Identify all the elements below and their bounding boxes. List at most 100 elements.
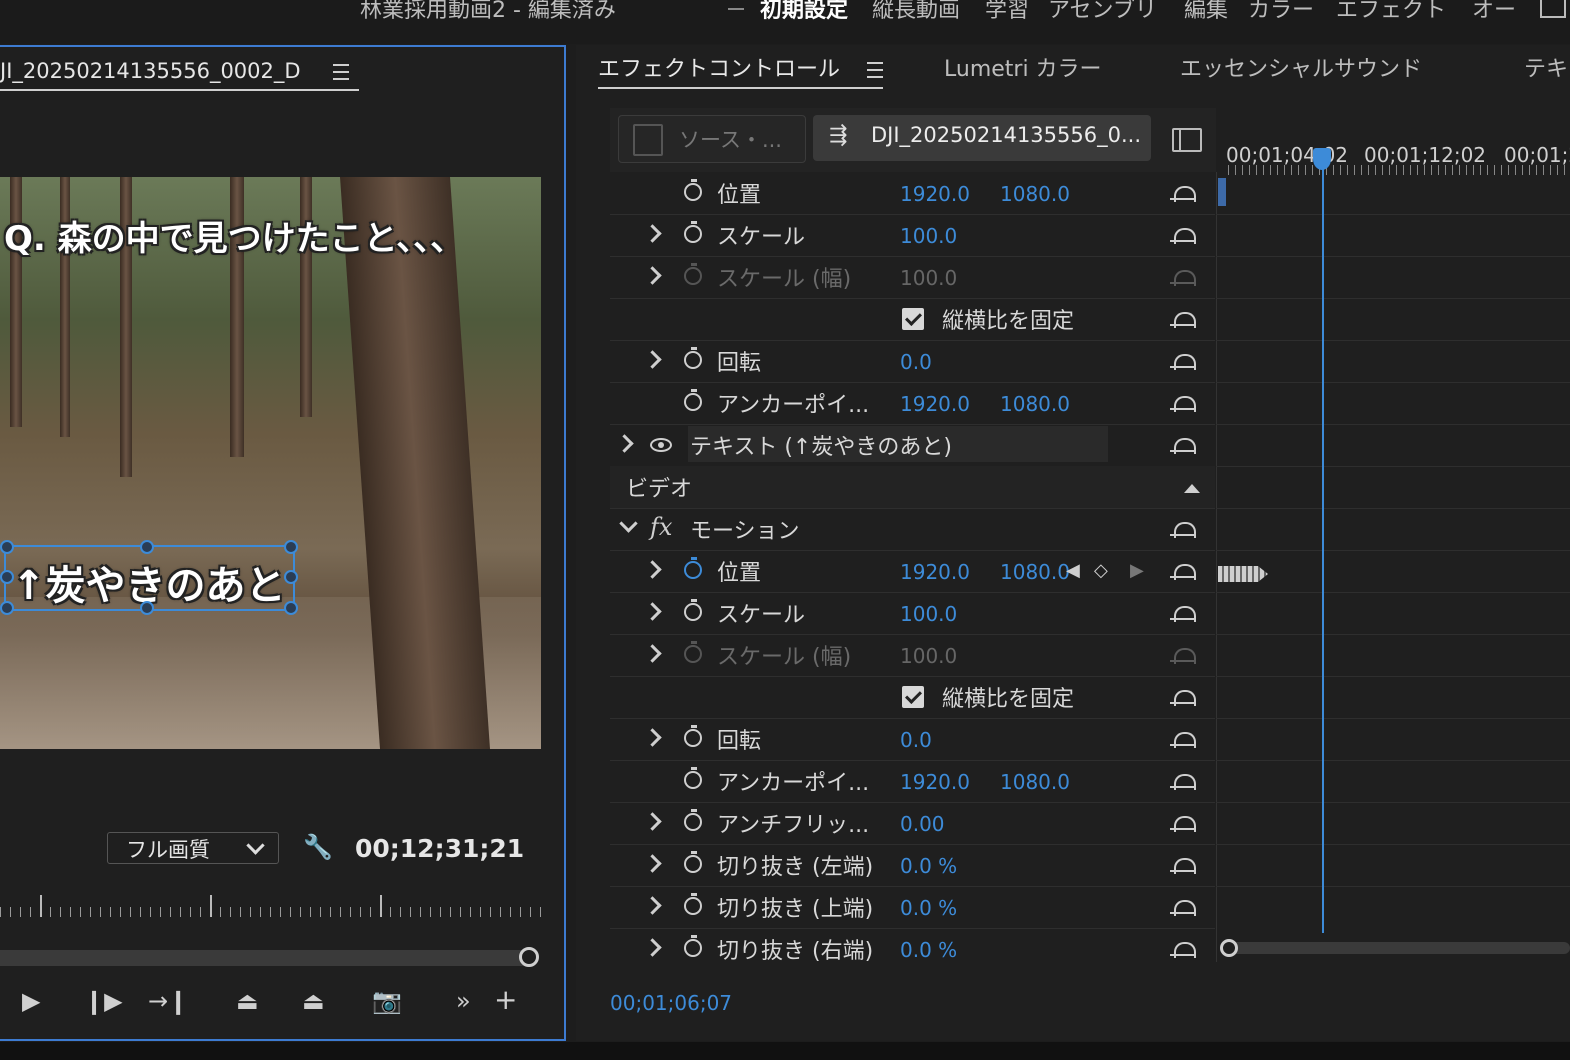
step-forward-icon[interactable]: ❙▶ bbox=[84, 987, 123, 1027]
value-x[interactable]: 1920.0 bbox=[900, 560, 970, 584]
wrench-icon[interactable]: 🔧 bbox=[303, 833, 333, 861]
stopwatch-icon[interactable] bbox=[684, 935, 702, 957]
monitor-time-ruler[interactable] bbox=[0, 895, 541, 917]
video-preview[interactable]: Q. 森の中で見つけたこと、、、 ↑炭やきのあと bbox=[0, 177, 541, 749]
timeline-scrollbar[interactable] bbox=[1228, 942, 1570, 954]
value-x[interactable]: 1920.0 bbox=[900, 182, 970, 206]
tab-essential-sound[interactable]: エッセンシャルサウンド bbox=[1180, 51, 1422, 83]
eye-icon[interactable] bbox=[650, 438, 672, 452]
reset-icon[interactable] bbox=[1170, 728, 1196, 748]
reset-icon[interactable] bbox=[1170, 434, 1196, 454]
value[interactable]: 100.0 bbox=[900, 602, 957, 626]
value-x[interactable]: 1920.0 bbox=[900, 770, 970, 794]
workspace-tab-effects[interactable]: エフェクト bbox=[1336, 0, 1446, 24]
reset-icon[interactable] bbox=[1170, 560, 1196, 580]
value[interactable]: 100.0 bbox=[900, 224, 957, 248]
reset-icon[interactable] bbox=[1170, 896, 1196, 916]
stopwatch-icon[interactable] bbox=[684, 893, 702, 915]
chevron-right-icon[interactable] bbox=[643, 812, 662, 831]
panel-menu-icon[interactable] bbox=[333, 64, 350, 80]
workspace-tab-audio[interactable]: オー bbox=[1472, 0, 1516, 24]
reset-icon[interactable] bbox=[1170, 392, 1196, 412]
effect-row-text-layer[interactable]: テキスト (↑炭やきのあと) bbox=[610, 424, 1215, 467]
transform-handle[interactable] bbox=[284, 540, 298, 554]
stopwatch-icon[interactable] bbox=[684, 347, 702, 369]
add-keyframe-icon[interactable]: ◇ bbox=[1094, 560, 1108, 581]
reset-icon[interactable] bbox=[1170, 224, 1196, 244]
collapse-up-icon[interactable] bbox=[1184, 484, 1200, 493]
extract-icon[interactable]: ⏏ bbox=[302, 987, 325, 1027]
transform-handle[interactable] bbox=[284, 601, 298, 615]
transform-handle[interactable] bbox=[140, 601, 154, 615]
reset-icon[interactable] bbox=[1170, 182, 1196, 202]
add-button-icon[interactable]: + bbox=[494, 983, 517, 1023]
chevron-right-icon[interactable] bbox=[643, 224, 662, 243]
workspace-tab-color[interactable]: カラー bbox=[1248, 0, 1314, 24]
stopwatch-icon[interactable] bbox=[684, 809, 702, 831]
value[interactable]: 0.0 bbox=[900, 350, 932, 374]
previous-keyframe-icon[interactable]: ◀ bbox=[1066, 560, 1080, 581]
reset-icon[interactable] bbox=[1170, 308, 1196, 328]
chevron-right-icon[interactable] bbox=[643, 644, 662, 663]
value-y[interactable]: 1080.0 bbox=[1000, 560, 1070, 584]
play-icon[interactable]: ▶ bbox=[22, 987, 40, 1027]
chevron-right-icon[interactable] bbox=[643, 266, 662, 285]
reset-icon[interactable] bbox=[1170, 350, 1196, 370]
stopwatch-icon[interactable] bbox=[684, 599, 702, 621]
chevron-right-icon[interactable] bbox=[643, 560, 662, 579]
stopwatch-icon[interactable] bbox=[684, 179, 702, 201]
tab-text[interactable]: テキ bbox=[1524, 51, 1568, 83]
chevron-down-icon[interactable] bbox=[619, 514, 638, 533]
reset-icon[interactable] bbox=[1170, 770, 1196, 790]
stopwatch-icon[interactable] bbox=[684, 221, 702, 243]
value-y[interactable]: 1080.0 bbox=[1000, 182, 1070, 206]
chevron-right-icon[interactable] bbox=[643, 350, 662, 369]
chevron-right-icon[interactable] bbox=[615, 434, 634, 453]
panel-menu-icon[interactable] bbox=[867, 62, 884, 78]
workspace-tab-assembly[interactable]: アセンブリ bbox=[1048, 0, 1157, 24]
lift-icon[interactable]: ⏏ bbox=[236, 987, 259, 1027]
go-to-out-icon[interactable]: →❙ bbox=[148, 987, 188, 1027]
reset-icon[interactable] bbox=[1170, 938, 1196, 958]
camera-icon[interactable]: 📷 bbox=[372, 987, 402, 1027]
stopwatch-icon[interactable] bbox=[684, 557, 702, 579]
transform-handle[interactable] bbox=[284, 570, 298, 584]
workspace-tab-learning[interactable]: 学習 bbox=[985, 0, 1029, 24]
uniform-scale-checkbox[interactable] bbox=[902, 686, 924, 708]
stopwatch-icon[interactable] bbox=[684, 389, 702, 411]
show-timeline-icon[interactable] bbox=[1172, 128, 1202, 152]
effect-row-motion[interactable]: fx モーション bbox=[610, 508, 1215, 551]
value[interactable]: 0.0 % bbox=[900, 854, 957, 878]
workspace-tab-default[interactable]: 初期設定 bbox=[760, 0, 848, 24]
workspace-tab-editing[interactable]: 編集 bbox=[1184, 0, 1228, 24]
uniform-scale-checkbox[interactable] bbox=[902, 308, 924, 330]
reset-icon[interactable] bbox=[1170, 686, 1196, 706]
value[interactable]: 0.0 % bbox=[900, 896, 957, 920]
reset-icon[interactable] bbox=[1170, 812, 1196, 832]
monitor-tab[interactable]: JI_20250214135556_0002_D bbox=[0, 59, 360, 91]
value-y[interactable]: 1080.0 bbox=[1000, 770, 1070, 794]
monitor-timecode[interactable]: 00;12;31;21 bbox=[355, 834, 524, 863]
monitor-scrollbar[interactable] bbox=[0, 950, 530, 966]
workspace-tab-vertical[interactable]: 縦長動画 bbox=[872, 0, 960, 24]
stopwatch-icon[interactable] bbox=[684, 851, 702, 873]
workspace-menu-icon[interactable] bbox=[1540, 0, 1566, 18]
fx-icon[interactable]: fx bbox=[650, 513, 672, 541]
playback-resolution-dropdown[interactable]: フル画質 bbox=[107, 832, 279, 864]
timeline-scrollbar-handle[interactable] bbox=[1220, 939, 1238, 957]
stopwatch-icon[interactable] bbox=[684, 725, 702, 747]
reset-icon[interactable] bbox=[1170, 518, 1196, 538]
next-keyframe-icon[interactable]: ▶ bbox=[1130, 560, 1144, 581]
chevron-right-icon[interactable] bbox=[643, 854, 662, 873]
reset-icon[interactable] bbox=[1170, 602, 1196, 622]
chevron-right-icon[interactable] bbox=[643, 602, 662, 621]
sequence-clip-button[interactable]: ⇶ DJI_20250214135556_0... bbox=[813, 115, 1151, 161]
more-controls-icon[interactable]: » bbox=[456, 987, 471, 1027]
value[interactable]: 0.0 % bbox=[900, 938, 957, 962]
tab-effect-controls[interactable]: エフェクトコントロール bbox=[598, 51, 884, 89]
scrollbar-handle[interactable] bbox=[519, 947, 539, 967]
transform-handle[interactable] bbox=[140, 540, 154, 554]
value[interactable]: 0.0 bbox=[900, 728, 932, 752]
stopwatch-icon[interactable] bbox=[684, 767, 702, 789]
value-y[interactable]: 1080.0 bbox=[1000, 392, 1070, 416]
